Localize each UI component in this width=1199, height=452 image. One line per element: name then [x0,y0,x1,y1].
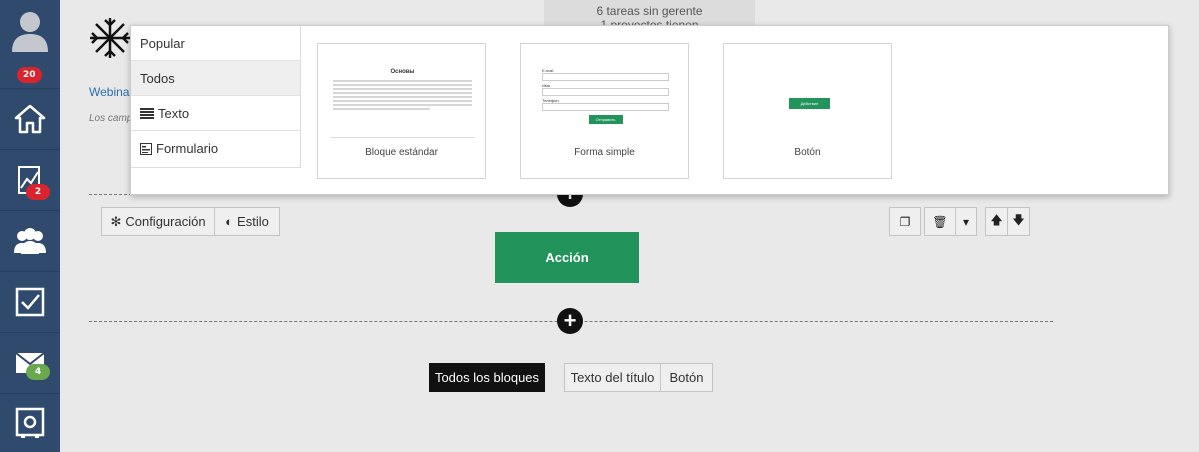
caret-down-icon: ▾ [962,214,970,229]
template-card-button[interactable]: Действие Botón [723,43,892,179]
sidebar: 20 2 4 [0,0,60,452]
copy-icon: ❐ [899,214,911,229]
tasks-nav-item[interactable] [0,272,60,332]
more-dropdown-button[interactable]: ▾ [955,207,977,236]
move-down-button[interactable]: 🡇 [1007,207,1030,236]
text-lines-icon [140,107,154,119]
move-up-button[interactable]: 🡅 [985,207,1008,236]
style-button[interactable]: ◐ Estilo [214,207,280,236]
template-thumbnail: Действие [736,56,881,140]
template-card-label: Forma simple [574,147,635,158]
mail-nav-item[interactable] [0,333,60,393]
arrow-down-icon: 🡇 [1012,213,1025,227]
notification-badge: 20 [17,67,42,83]
thumbnail-text-lines [333,80,472,110]
plus-icon: + [563,308,577,333]
block-picker-popup: Popular Todos Texto Formulario Основы Bl… [130,25,1169,195]
style-button-label: Estilo [237,214,269,229]
filter-all-blocks[interactable]: Todos los bloques [429,363,545,392]
template-card-label: Botón [794,147,821,158]
category-label: Formulario [156,141,219,156]
thumbnail-action-button: Действие [789,98,830,109]
page-description: Los camp [89,113,133,124]
add-block-button[interactable]: + [557,308,583,334]
duplicate-button[interactable]: ❐ [889,207,921,236]
checkbox-icon [15,287,45,317]
category-popular[interactable]: Popular [131,26,300,61]
template-thumbnail: Основы [330,56,475,140]
trash-icon: 🗑 [932,214,948,229]
analytics-badge: 2 [26,184,50,200]
category-label: Todos [140,70,175,86]
stats-unassigned-tasks: 6 tareas sin gerente [596,4,703,18]
settings-button-label: Configuración [125,214,206,229]
analytics-nav-item[interactable] [0,150,60,210]
thumbnail-submit-button: Отправить [588,115,623,124]
category-all[interactable]: Todos [131,61,300,96]
gear-icon: ✻ [110,213,122,229]
user-avatar[interactable] [0,0,60,60]
contrast-icon: ◐ [225,214,234,229]
settings-button[interactable]: ✻ Configuración [101,207,215,236]
snowflake-logo-icon [90,18,130,58]
mail-badge: 4 [26,364,50,380]
category-text[interactable]: Texto [131,96,300,131]
filter-button[interactable]: Botón [660,363,713,392]
category-list: Popular Todos Texto Formulario [131,26,301,168]
template-thumbnail: E-mail Имя Телефон Отправить [533,56,678,140]
template-card-simple-form[interactable]: E-mail Имя Телефон Отправить Forma simpl… [520,43,689,179]
filter-title-text[interactable]: Texto del título [564,363,661,392]
settings-nav-item[interactable] [0,394,60,452]
category-form[interactable]: Formulario [131,131,300,166]
home-icon [14,104,46,134]
form-icon [140,142,152,155]
arrow-up-icon: 🡅 [990,213,1003,227]
home-nav-item[interactable] [0,89,60,149]
user-icon [12,12,48,52]
safe-settings-icon [15,407,45,438]
category-label: Texto [158,105,190,121]
contacts-nav-item[interactable] [0,211,60,271]
webinar-link[interactable]: Webinar [89,85,133,99]
category-label: Popular [140,35,185,51]
template-card-standard-block[interactable]: Основы Bloque estándar [317,43,486,179]
thumbnail-title: Основы [390,69,415,75]
stats-panel: 6 tareas sin gerente 1 proyectos tienen [544,0,755,26]
delete-button[interactable]: 🗑 [924,207,956,236]
action-button-block[interactable]: Acción [495,232,639,283]
template-card-label: Bloque estándar [365,147,438,158]
users-icon [14,228,46,254]
